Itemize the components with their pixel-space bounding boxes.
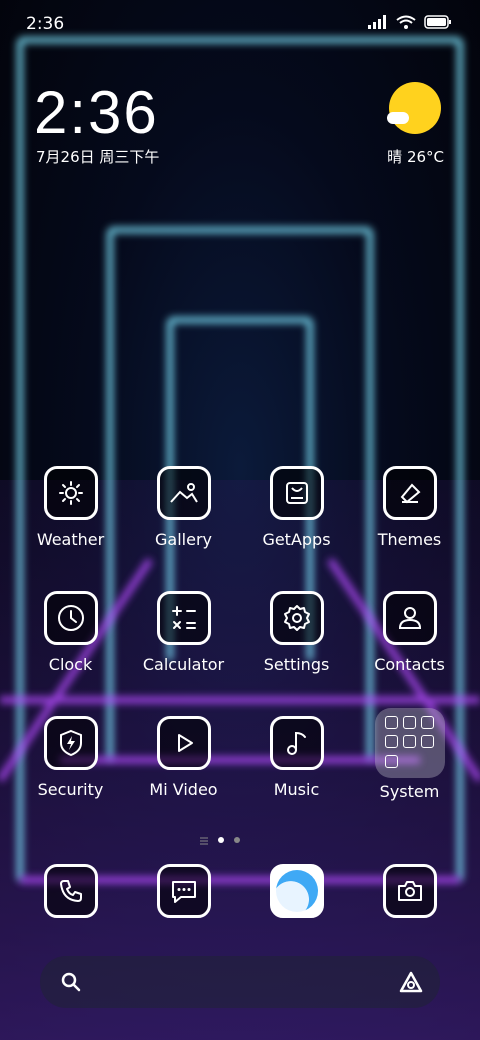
weather-condition: 晴 <box>387 148 403 166</box>
music-note-icon <box>269 716 324 770</box>
app-label: Contacts <box>374 655 445 674</box>
status-time: 2:36 <box>26 14 65 34</box>
app-calculator[interactable]: Calculator <box>127 591 240 674</box>
weather-temperature: 26°C <box>406 148 444 166</box>
app-label: Settings <box>263 655 330 674</box>
brush-icon <box>382 466 437 520</box>
status-bar: 2:36 <box>0 0 480 50</box>
app-music[interactable]: Music <box>240 716 353 799</box>
page-dot-active <box>218 836 224 843</box>
clock-widget-time[interactable]: 2:36 <box>34 78 159 147</box>
dock-camera[interactable] <box>353 864 466 918</box>
app-clock[interactable]: Clock <box>14 591 127 674</box>
app-label: Mi Video <box>149 780 218 799</box>
search-icon[interactable] <box>60 971 82 997</box>
app-label: Music <box>273 780 320 799</box>
app-label: Themes <box>377 530 442 549</box>
clock-widget-date: 7月26日 周三下午 <box>36 148 160 166</box>
person-icon <box>382 591 437 645</box>
play-icon <box>156 716 211 770</box>
app-mi-video[interactable]: Mi Video <box>127 716 240 799</box>
battery-icon <box>424 14 452 33</box>
picture-icon <box>156 466 211 520</box>
page-dot <box>234 836 240 843</box>
message-icon <box>156 864 211 918</box>
menu-lines-icon <box>200 830 208 849</box>
gear-icon <box>269 591 324 645</box>
app-system-folder[interactable]: System <box>353 708 466 801</box>
dock-browser[interactable] <box>240 864 353 918</box>
dock-messages[interactable] <box>127 864 240 918</box>
app-settings[interactable]: Settings <box>240 591 353 674</box>
sun-icon <box>43 466 98 520</box>
app-themes[interactable]: Themes <box>353 466 466 549</box>
dock-phone[interactable] <box>14 864 127 918</box>
phone-icon <box>43 864 98 918</box>
app-weather[interactable]: Weather <box>14 466 127 549</box>
browser-icon <box>269 864 324 918</box>
folder-icon <box>374 708 445 778</box>
app-label: Security <box>37 780 104 799</box>
app-label: Weather <box>36 530 105 549</box>
signal-icon <box>368 14 388 33</box>
weather-widget[interactable]: 晴 26°C <box>384 82 444 166</box>
app-label: Gallery <box>155 530 212 549</box>
camera-icon <box>382 864 437 918</box>
store-icon <box>269 466 324 520</box>
app-label: System <box>379 782 440 801</box>
app-label: Clock <box>48 655 93 674</box>
clock-icon <box>43 591 98 645</box>
app-security[interactable]: Security <box>14 716 127 799</box>
app-label: Calculator <box>142 655 225 674</box>
shield-bolt-icon <box>43 716 98 770</box>
sun-cloud-icon <box>387 82 441 134</box>
app-getapps[interactable]: GetApps <box>240 466 353 549</box>
wifi-icon <box>396 14 416 33</box>
app-label: GetApps <box>262 530 331 549</box>
app-gallery[interactable]: Gallery <box>127 466 240 549</box>
calculator-icon <box>156 591 211 645</box>
page-indicator[interactable] <box>200 830 240 849</box>
app-contacts[interactable]: Contacts <box>353 591 466 674</box>
assistant-icon[interactable] <box>398 970 424 998</box>
search-bar[interactable] <box>40 956 440 1008</box>
weather-text: 晴 26°C <box>387 146 444 167</box>
